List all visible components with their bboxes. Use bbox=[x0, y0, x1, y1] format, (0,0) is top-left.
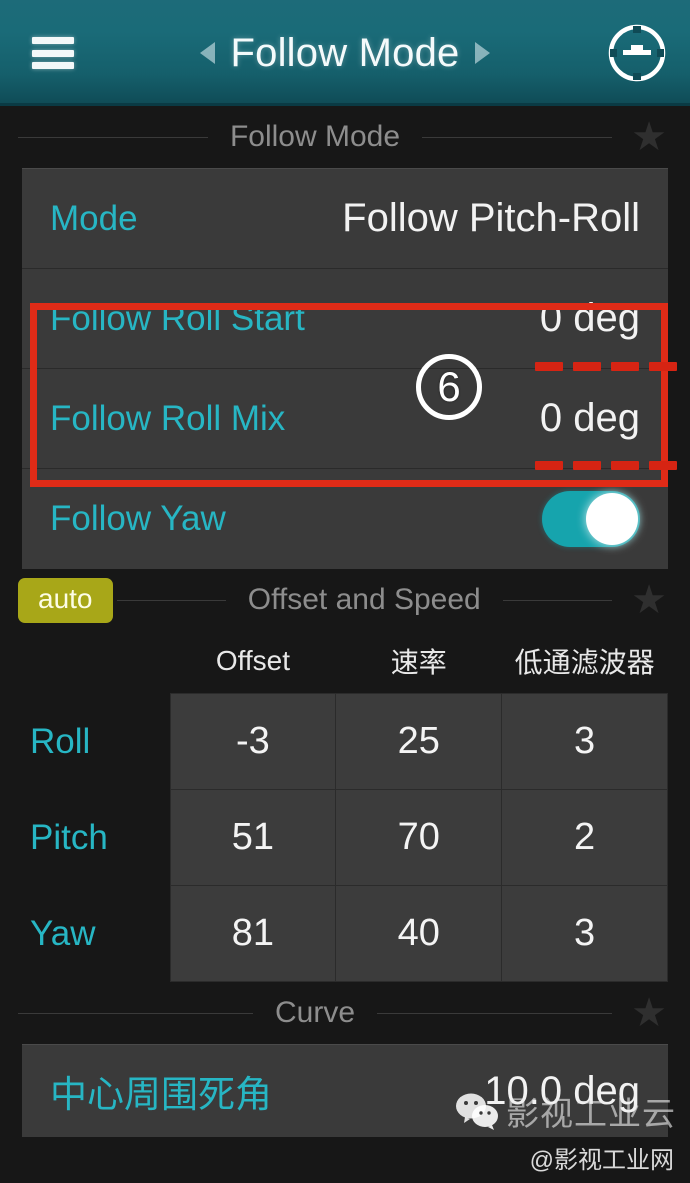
table-row: Yaw 81 40 3 bbox=[22, 885, 668, 982]
toggle-knob bbox=[586, 493, 638, 545]
target-reticle-icon[interactable] bbox=[606, 22, 668, 84]
header-title-group: Follow Mode bbox=[199, 30, 491, 76]
section-header-offset-speed: auto Offset and Speed ★ bbox=[0, 569, 690, 631]
app-root: Follow Mode Follow Mode ★ Mode Follow Pi… bbox=[0, 0, 690, 1183]
column-header-speed: 速率 bbox=[390, 647, 447, 678]
row-header-yaw: Yaw bbox=[30, 913, 96, 953]
divider-line bbox=[116, 599, 226, 601]
row-value: 10.0 deg bbox=[484, 1068, 640, 1113]
table-row: Pitch 51 70 2 bbox=[22, 789, 668, 886]
table-row: Roll -3 25 3 bbox=[22, 693, 668, 790]
row-follow-roll-start[interactable]: Follow Roll Start 0 deg bbox=[22, 269, 668, 369]
cell-roll-lowpass[interactable]: 3 bbox=[501, 693, 668, 790]
divider-line bbox=[502, 599, 612, 601]
row-label: Follow Roll Mix bbox=[50, 398, 286, 438]
row-value: Follow Pitch-Roll bbox=[342, 196, 640, 240]
column-header-lowpass: 低通滤波器 bbox=[514, 647, 655, 678]
hamburger-bar bbox=[32, 37, 74, 44]
section-header-follow-mode: Follow Mode ★ bbox=[0, 106, 690, 168]
watermark-handle: @影视工业网 bbox=[529, 1147, 674, 1174]
cell-pitch-offset[interactable]: 51 bbox=[169, 789, 337, 886]
row-value: 0 deg bbox=[539, 296, 640, 340]
cell-pitch-lowpass[interactable]: 2 bbox=[501, 789, 668, 886]
follow-mode-panel: Mode Follow Pitch-Roll Follow Roll Start… bbox=[22, 168, 668, 569]
cell-pitch-speed[interactable]: 70 bbox=[335, 789, 503, 886]
favorite-star-icon[interactable]: ★ bbox=[626, 580, 672, 620]
page-title: Follow Mode bbox=[230, 30, 460, 75]
row-center-deadzone[interactable]: 中心周围死角 10.0 deg bbox=[22, 1045, 668, 1137]
chevron-right-icon[interactable] bbox=[475, 42, 491, 64]
cell-yaw-offset[interactable]: 81 bbox=[169, 885, 337, 982]
offset-speed-table: Offset 速率 低通滤波器 Roll -3 25 3 Pitch 51 70… bbox=[22, 637, 668, 982]
favorite-star-icon[interactable]: ★ bbox=[626, 993, 672, 1033]
row-label: 中心周围死角 bbox=[50, 1074, 272, 1115]
offset-speed-table-wrap: Offset 速率 低通滤波器 Roll -3 25 3 Pitch 51 70… bbox=[0, 637, 690, 982]
section-header-curve: Curve ★ bbox=[0, 982, 690, 1044]
row-header-roll: Roll bbox=[30, 721, 91, 761]
cell-yaw-speed[interactable]: 40 bbox=[335, 885, 503, 982]
hamburger-bar bbox=[32, 49, 74, 57]
row-follow-roll-mix[interactable]: Follow Roll Mix 0 deg bbox=[22, 369, 668, 469]
hamburger-bar bbox=[32, 62, 74, 69]
row-mode[interactable]: Mode Follow Pitch-Roll bbox=[22, 169, 668, 269]
divider-line bbox=[18, 136, 208, 138]
auto-button[interactable]: auto bbox=[18, 577, 113, 623]
cell-roll-speed[interactable]: 25 bbox=[335, 693, 503, 790]
divider-line bbox=[18, 1012, 253, 1014]
table-header-row: Offset 速率 低通滤波器 bbox=[22, 637, 668, 694]
row-follow-yaw[interactable]: Follow Yaw bbox=[22, 469, 668, 569]
section-title: Offset and Speed bbox=[247, 583, 481, 616]
app-header: Follow Mode bbox=[0, 0, 690, 106]
column-header-offset: Offset bbox=[215, 645, 290, 676]
follow-yaw-toggle[interactable] bbox=[542, 491, 640, 547]
favorite-star-icon[interactable]: ★ bbox=[626, 117, 672, 157]
divider-line bbox=[422, 136, 613, 138]
cell-roll-offset[interactable]: -3 bbox=[169, 693, 337, 790]
cell-yaw-lowpass[interactable]: 3 bbox=[501, 885, 668, 982]
row-value: 0 deg bbox=[539, 396, 640, 440]
row-header-pitch: Pitch bbox=[30, 817, 108, 857]
row-label: Follow Roll Start bbox=[50, 298, 305, 338]
section-title: Curve bbox=[274, 996, 356, 1029]
row-label: Mode bbox=[50, 198, 138, 238]
divider-line bbox=[377, 1012, 612, 1014]
hamburger-menu-icon[interactable] bbox=[32, 37, 74, 69]
table-corner-cell bbox=[22, 637, 170, 694]
curve-panel: 中心周围死角 10.0 deg bbox=[22, 1044, 668, 1137]
row-label: Follow Yaw bbox=[50, 499, 226, 538]
section-title: Follow Mode bbox=[229, 120, 401, 153]
chevron-left-icon[interactable] bbox=[199, 42, 215, 64]
